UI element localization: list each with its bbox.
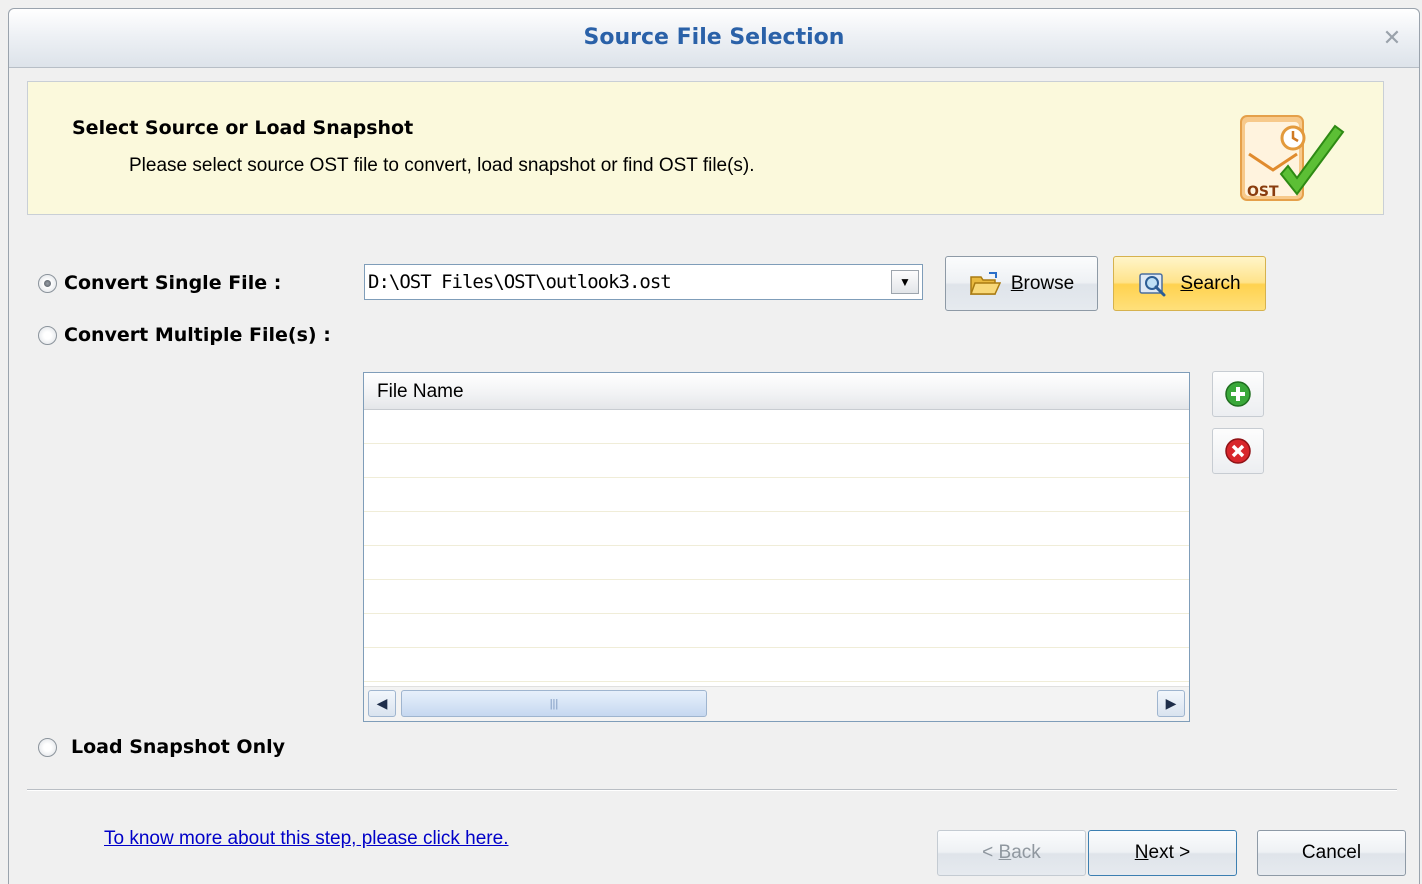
source-path-combobox[interactable]: D:\OST Files\OST\outlook3.ost ▼ xyxy=(364,264,923,300)
add-file-button[interactable] xyxy=(1212,371,1264,417)
title-bar: Source File Selection ✕ xyxy=(9,9,1419,68)
convert-multiple-radio[interactable] xyxy=(38,325,57,345)
source-path-value[interactable]: D:\OST Files\OST\outlook3.ost xyxy=(368,271,672,293)
step-description: Please select source OST file to convert… xyxy=(129,155,755,176)
back-button[interactable]: < Back xyxy=(937,830,1086,876)
ost-file-check-icon: OST xyxy=(1240,115,1345,201)
dialog-title: Source File Selection xyxy=(583,25,845,50)
browse-label: Browse xyxy=(1010,272,1075,294)
cancel-label: Cancel xyxy=(1301,842,1362,863)
scroll-left-icon[interactable]: ◀ xyxy=(368,690,396,717)
scrollbar-thumb[interactable]: ||| xyxy=(401,690,707,717)
horizontal-scrollbar[interactable]: ◀ ||| ▶ xyxy=(364,686,1189,721)
convert-multiple-label: Convert Multiple File(s) : xyxy=(64,324,331,346)
scroll-right-icon[interactable]: ▶ xyxy=(1157,690,1185,717)
file-name-column-header[interactable]: File Name xyxy=(364,373,1189,410)
cancel-button[interactable]: Cancel xyxy=(1257,830,1406,876)
browse-button[interactable]: Browse xyxy=(945,256,1098,311)
remove-file-button[interactable] xyxy=(1212,428,1264,474)
add-icon xyxy=(1225,381,1251,407)
next-label: Next > xyxy=(1134,842,1191,863)
file-list-grid[interactable]: File Name ◀ ||| ▶ xyxy=(363,372,1190,722)
open-folder-icon xyxy=(969,271,1001,297)
load-snapshot-label: Load Snapshot Only xyxy=(71,736,285,758)
search-label: Search xyxy=(1180,272,1241,294)
search-icon xyxy=(1138,271,1170,297)
close-icon[interactable]: ✕ xyxy=(1379,25,1405,51)
help-link[interactable]: To know more about this step, please cli… xyxy=(104,828,508,850)
file-list-body[interactable] xyxy=(364,410,1189,686)
search-button[interactable]: Search xyxy=(1113,256,1266,311)
load-snapshot-option[interactable]: Load Snapshot Only xyxy=(38,736,285,758)
info-panel: Select Source or Load Snapshot Please se… xyxy=(27,81,1384,215)
convert-single-radio[interactable] xyxy=(38,273,57,293)
next-button[interactable]: Next > xyxy=(1088,830,1237,876)
convert-single-option[interactable]: Convert Single File : xyxy=(38,272,281,294)
footer-separator xyxy=(27,789,1397,791)
chevron-down-icon[interactable]: ▼ xyxy=(891,270,919,294)
logo-text: OST xyxy=(1247,184,1279,200)
convert-single-label: Convert Single File : xyxy=(64,272,282,294)
back-label: < Back xyxy=(982,842,1041,863)
convert-multiple-option[interactable]: Convert Multiple File(s) : xyxy=(38,324,331,346)
load-snapshot-radio[interactable] xyxy=(38,737,57,757)
column-header-label: File Name xyxy=(377,381,464,402)
step-heading: Select Source or Load Snapshot xyxy=(72,117,414,139)
remove-icon xyxy=(1225,438,1251,464)
